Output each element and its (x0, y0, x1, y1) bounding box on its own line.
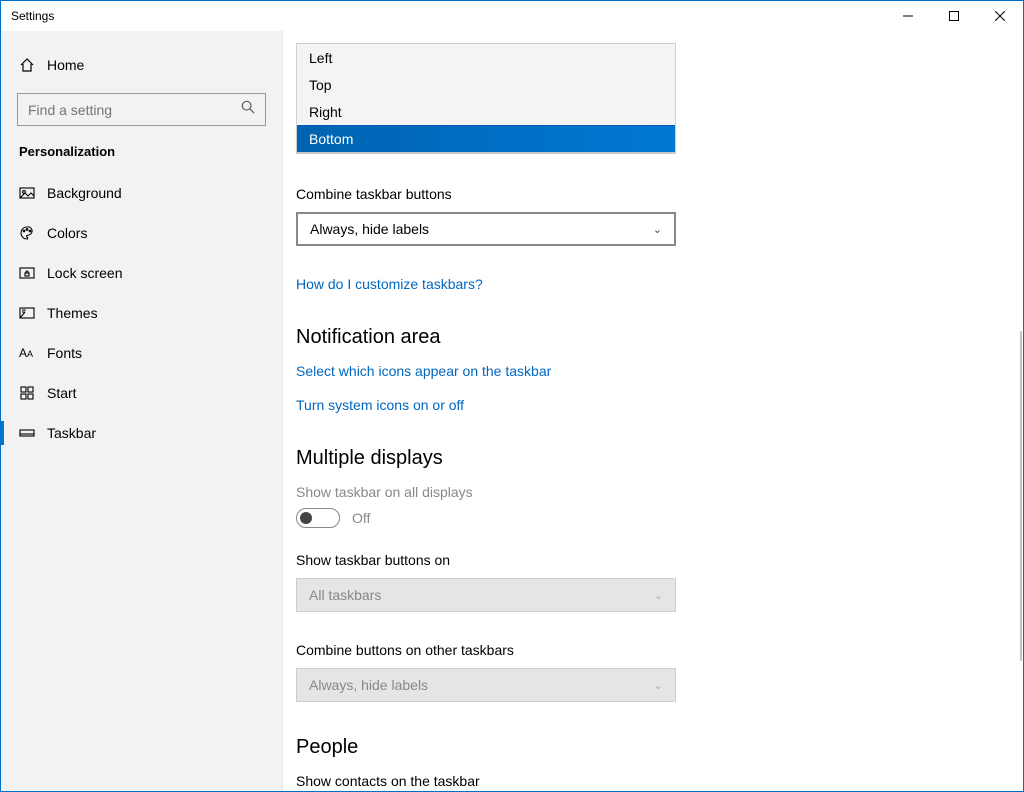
home-label: Home (47, 57, 84, 73)
titlebar: Settings (1, 1, 1023, 31)
themes-icon (19, 305, 47, 321)
combine-other-value: Always, hide labels (309, 677, 428, 693)
taskbar-icon (19, 425, 47, 441)
system-icons-link[interactable]: Turn system icons on or off (296, 397, 676, 413)
combine-taskbar-value: Always, hide labels (310, 221, 429, 237)
sidebar-item-colors[interactable]: Colors (1, 213, 282, 253)
toggle-off (296, 508, 340, 528)
search-field[interactable] (28, 102, 241, 118)
combine-taskbar-label: Combine taskbar buttons (296, 186, 676, 202)
scrollbar-thumb[interactable] (1020, 331, 1022, 661)
sidebar-item-label: Colors (47, 225, 87, 241)
fonts-icon: AA (19, 346, 47, 360)
show-taskbar-all-toggle: Off (296, 508, 676, 528)
dropdown-option-top[interactable]: Top (297, 71, 675, 98)
scrollbar[interactable] (1019, 31, 1023, 791)
multiple-displays-heading: Multiple displays (296, 447, 676, 470)
sidebar-item-fonts[interactable]: AA Fonts (1, 333, 282, 373)
home-icon (19, 57, 47, 73)
home-button[interactable]: Home (1, 45, 282, 85)
sidebar-item-label: Fonts (47, 345, 82, 361)
select-icons-link[interactable]: Select which icons appear on the taskbar (296, 363, 676, 379)
sidebar-item-label: Start (47, 385, 77, 401)
combine-other-select: Always, hide labels ⌄ (296, 668, 676, 702)
dropdown-option-right[interactable]: Right (297, 98, 675, 125)
window-title: Settings (11, 9, 54, 23)
sidebar-item-themes[interactable]: Themes (1, 293, 282, 333)
main: Left Top Right Bottom Combine taskbar bu… (283, 31, 1023, 791)
sidebar-item-taskbar[interactable]: Taskbar (1, 413, 282, 453)
section-heading: Personalization (1, 140, 282, 173)
taskbar-location-dropdown-open[interactable]: Left Top Right Bottom (296, 43, 676, 154)
sidebar-item-label: Background (47, 185, 122, 201)
palette-icon (19, 225, 47, 241)
toggle-state: Off (352, 510, 370, 526)
show-taskbar-buttons-select: All taskbars ⌄ (296, 578, 676, 612)
search-icon (241, 100, 255, 119)
chevron-down-icon: ⌄ (654, 589, 663, 602)
chevron-down-icon: ⌄ (653, 223, 662, 236)
dropdown-option-left[interactable]: Left (297, 44, 675, 71)
show-contacts-label: Show contacts on the taskbar (296, 773, 676, 789)
show-taskbar-buttons-label: Show taskbar buttons on (296, 552, 676, 568)
search-input[interactable] (17, 93, 266, 126)
window-buttons (885, 1, 1023, 31)
sidebar-item-label: Lock screen (47, 265, 122, 281)
sidebar-item-label: Taskbar (47, 425, 96, 441)
close-button[interactable] (977, 1, 1023, 31)
chevron-down-icon: ⌄ (654, 679, 663, 692)
maximize-button[interactable] (931, 1, 977, 31)
sidebar-item-label: Themes (47, 305, 98, 321)
lockscreen-icon (19, 265, 47, 281)
sidebar-item-lockscreen[interactable]: Lock screen (1, 253, 282, 293)
customize-taskbars-link[interactable]: How do I customize taskbars? (296, 276, 676, 292)
sidebar-item-background[interactable]: Background (1, 173, 282, 213)
picture-icon (19, 185, 47, 201)
dropdown-option-bottom[interactable]: Bottom (297, 125, 675, 152)
sidebar: Home Personalization Background Colors L… (1, 31, 283, 791)
sidebar-item-start[interactable]: Start (1, 373, 282, 413)
content: Home Personalization Background Colors L… (1, 31, 1023, 791)
start-icon (19, 385, 47, 401)
people-heading: People (296, 736, 676, 759)
notification-area-heading: Notification area (296, 326, 676, 349)
combine-other-label: Combine buttons on other taskbars (296, 642, 676, 658)
show-taskbar-buttons-value: All taskbars (309, 587, 381, 603)
combine-taskbar-select[interactable]: Always, hide labels ⌄ (296, 212, 676, 246)
minimize-button[interactable] (885, 1, 931, 31)
show-taskbar-all-label: Show taskbar on all displays (296, 484, 676, 500)
